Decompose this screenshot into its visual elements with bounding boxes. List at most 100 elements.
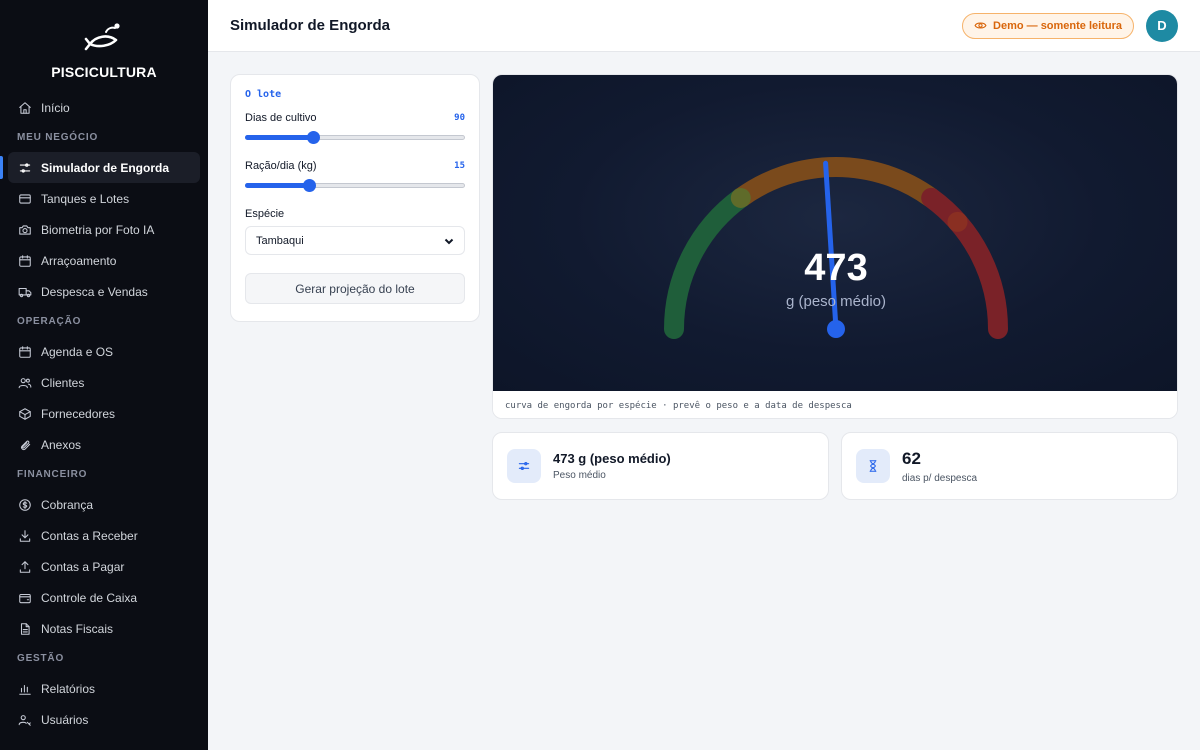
- users-icon: [18, 376, 32, 390]
- stat-card-peso: 473 g (peso médio) Peso médio: [492, 432, 829, 500]
- calendar-icon: [18, 254, 32, 268]
- sidebar-item-label: Tanques e Lotes: [41, 191, 130, 206]
- sidebar-item-label: Contas a Pagar: [41, 559, 125, 574]
- avatar[interactable]: D: [1146, 9, 1178, 42]
- sidebar-nav: Início MEU NEGÓCIO Simulador de Engorda …: [0, 92, 208, 735]
- sidebar-section-title: MEU NEGÓCIO: [17, 132, 99, 143]
- brand: PISCICULTURA: [0, 0, 208, 92]
- sidebar-item-label: Agenda e OS: [41, 344, 114, 359]
- stat-text: 473 g (peso médio) Peso médio: [553, 451, 671, 481]
- gauge-unit: g (peso médio): [785, 293, 887, 310]
- file-icon: [18, 622, 32, 636]
- sidebar-item-label: Notas Fiscais: [41, 621, 114, 636]
- sidebar: PISCICULTURA Início MEU NEGÓCIO Simulado…: [0, 0, 208, 750]
- racao-slider[interactable]: [245, 178, 465, 192]
- sidebar-item-despesca[interactable]: Despesca e Vendas: [8, 276, 200, 307]
- sidebar-item-cobranca[interactable]: Cobrança: [8, 489, 200, 520]
- gauge-value: 473: [804, 247, 868, 289]
- sidebar-item-label: Usuários: [41, 712, 89, 727]
- chevron-down-icon: [444, 238, 454, 244]
- especie-label: Espécie: [245, 208, 285, 220]
- gauge-caption: curva de engorda por espécie · prevê o p…: [493, 391, 1177, 418]
- upload-icon: [18, 560, 32, 574]
- sidebar-item-relatorios[interactable]: Relatórios: [8, 673, 200, 704]
- sliders-icon: [18, 161, 32, 175]
- slider-fill: [245, 183, 309, 188]
- racao-field-row: Ração/dia (kg) 15: [245, 160, 465, 172]
- truck-icon: [18, 285, 32, 299]
- gauge-needle-hub: [827, 320, 845, 338]
- eye-icon: [974, 22, 987, 29]
- sidebar-item-label: Controle de Caixa: [41, 590, 138, 605]
- gauge-card: 473 g (peso médio) curva de engorda por …: [492, 74, 1178, 419]
- slider-thumb[interactable]: [303, 179, 316, 192]
- lote-form-card: O lote Dias de cultivo 90 Ração/dia (kg)…: [230, 74, 480, 322]
- especie-select[interactable]: Tambaqui: [245, 226, 465, 255]
- demo-badge: Demo — somente leitura: [962, 12, 1134, 39]
- fish-logo-icon: [84, 23, 120, 51]
- stat-text: 62 dias p/ despesca: [902, 449, 977, 484]
- sidebar-item-label: Biometria por Foto IA: [41, 222, 155, 237]
- sidebar-item-contas-receber[interactable]: Contas a Receber: [8, 520, 200, 551]
- sidebar-item-label: Início: [41, 100, 70, 115]
- top-header: Simulador de Engorda Demo — somente leit…: [208, 0, 1200, 52]
- stat-card-dias: 62 dias p/ despesca: [841, 432, 1178, 500]
- stat-main-value: 62: [902, 448, 921, 468]
- form-title: O lote: [245, 89, 282, 100]
- stat-sub-label: Peso médio: [553, 470, 606, 481]
- sidebar-item-controle-caixa[interactable]: Controle de Caixa: [8, 582, 200, 613]
- wallet-icon: [18, 591, 32, 605]
- racao-value: 15: [454, 161, 465, 171]
- sidebar-item-usuarios[interactable]: Usuários: [8, 704, 200, 735]
- gauge-arc-orange: [734, 156, 938, 207]
- dias-field-row: Dias de cultivo 90: [245, 112, 465, 124]
- layers-icon: [18, 192, 32, 206]
- hourglass-icon: [856, 449, 890, 483]
- sidebar-item-biometria[interactable]: Biometria por Foto IA: [8, 214, 200, 245]
- sidebar-item-label: Contas a Receber: [41, 528, 138, 543]
- sidebar-section-title: GESTÃO: [17, 653, 65, 664]
- dias-value: 90: [454, 113, 465, 123]
- dias-slider[interactable]: [245, 130, 465, 144]
- camera-icon: [18, 223, 32, 237]
- slider-thumb[interactable]: [307, 131, 320, 144]
- sliders-icon: [507, 449, 541, 483]
- sidebar-item-label: Arraçoamento: [41, 253, 117, 268]
- bar-chart-icon: [18, 682, 32, 696]
- sidebar-item-inicio[interactable]: Início: [8, 92, 200, 123]
- dias-label: Dias de cultivo: [245, 112, 317, 124]
- brand-name: PISCICULTURA: [51, 64, 157, 80]
- sidebar-item-label: Despesca e Vendas: [41, 284, 148, 299]
- gauge-area: 473 g (peso médio): [493, 75, 1177, 391]
- sidebar-section-title: OPERAÇÃO: [17, 316, 82, 327]
- gerar-projecao-button[interactable]: Gerar projeção do lote: [245, 273, 465, 304]
- gauge-marker-high: [947, 211, 968, 232]
- download-icon: [18, 529, 32, 543]
- sidebar-item-contas-pagar[interactable]: Contas a Pagar: [8, 551, 200, 582]
- sidebar-item-label: Cobrança: [41, 497, 94, 512]
- gauge-marker-low: [730, 187, 751, 208]
- sidebar-item-anexos[interactable]: Anexos: [8, 429, 200, 460]
- sidebar-item-label: Simulador de Engorda: [41, 160, 170, 175]
- sidebar-item-label: Clientes: [41, 375, 85, 390]
- sidebar-item-notas-fiscais[interactable]: Notas Fiscais: [8, 613, 200, 644]
- paperclip-icon: [18, 438, 32, 452]
- sidebar-item-arracoamento[interactable]: Arraçoamento: [8, 245, 200, 276]
- box-icon: [18, 407, 32, 421]
- sidebar-item-label: Fornecedores: [41, 406, 116, 421]
- sidebar-item-clientes[interactable]: Clientes: [8, 367, 200, 398]
- home-icon: [18, 101, 32, 115]
- sidebar-item-label: Anexos: [41, 437, 82, 452]
- page-title: Simulador de Engorda: [230, 17, 391, 34]
- stat-main-value: 473 g (peso médio): [553, 451, 671, 466]
- racao-label: Ração/dia (kg): [245, 160, 317, 172]
- especie-selected-value: Tambaqui: [256, 234, 304, 247]
- slider-fill: [245, 135, 313, 140]
- header-right: Demo — somente leitura D: [962, 9, 1178, 42]
- sidebar-item-simulador[interactable]: Simulador de Engorda: [0, 152, 200, 183]
- sidebar-item-agenda[interactable]: Agenda e OS: [8, 336, 200, 367]
- sidebar-item-fornecedores[interactable]: Fornecedores: [8, 398, 200, 429]
- sidebar-item-label: Relatórios: [41, 681, 96, 696]
- sidebar-item-tanques[interactable]: Tanques e Lotes: [8, 183, 200, 214]
- dollar-icon: [18, 498, 32, 512]
